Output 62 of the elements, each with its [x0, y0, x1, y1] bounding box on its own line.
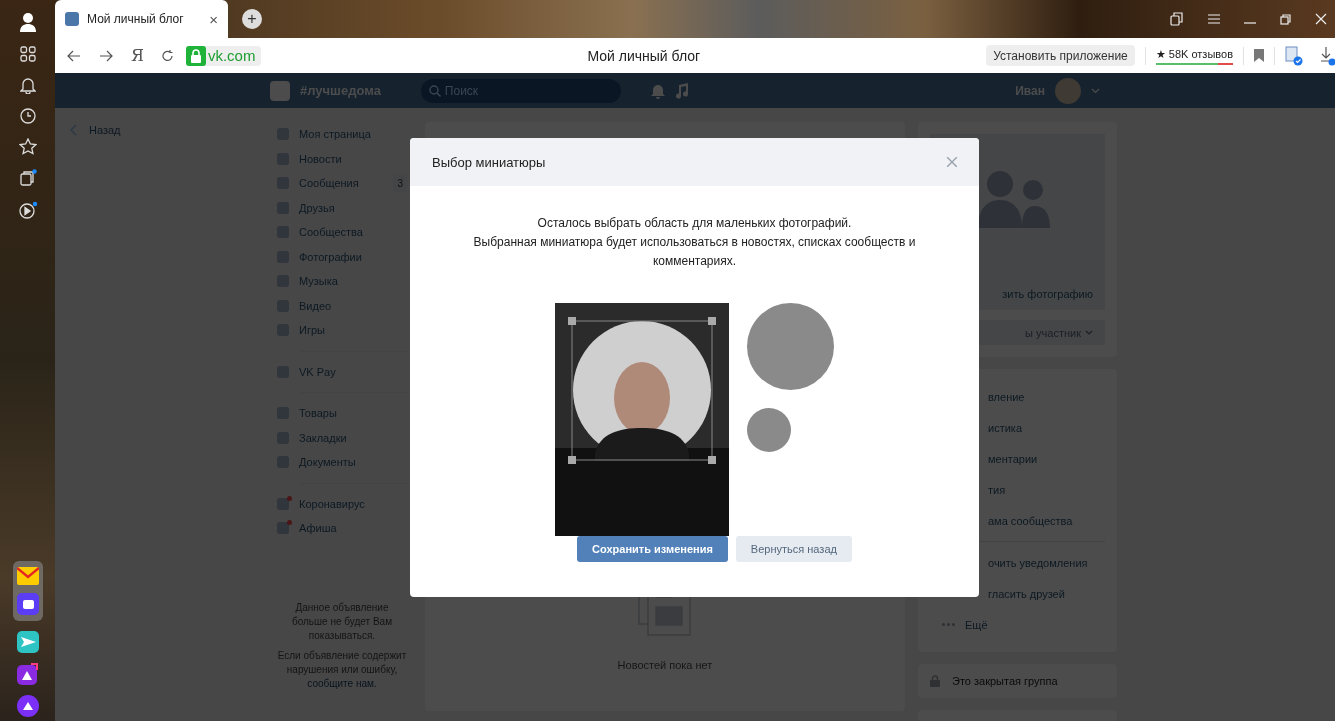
chevron-left-icon: [70, 124, 77, 136]
address-field[interactable]: vk.com: [185, 45, 262, 66]
nav-item[interactable]: Моя страница: [277, 122, 407, 147]
dialog-title: Выбор миниатюры: [432, 154, 546, 170]
nav-item[interactable]: Товары: [277, 401, 407, 426]
closed-group-text: Это закрытая группа: [952, 675, 1058, 687]
lock-icon: [930, 675, 940, 687]
assistant-app-icon[interactable]: [17, 663, 39, 685]
nav-item[interactable]: Музыка: [277, 269, 407, 294]
nav-item[interactable]: Видео: [277, 293, 407, 318]
back-link[interactable]: Назад: [70, 124, 121, 136]
nav-item[interactable]: Фотографии: [277, 244, 407, 269]
back-arrow-icon[interactable]: [67, 49, 81, 62]
download-icon[interactable]: [1321, 45, 1335, 66]
install-app-button[interactable]: Установить приложение: [986, 45, 1135, 66]
nav-item[interactable]: VK Pay: [277, 359, 407, 384]
bell-icon[interactable]: [20, 76, 36, 94]
clock-icon[interactable]: [20, 108, 36, 124]
mail-app-icon[interactable]: [17, 567, 39, 585]
tab-close-button[interactable]: ×: [209, 10, 218, 28]
nav-item[interactable]: Документы: [277, 450, 407, 475]
messenger-app-icon[interactable]: [17, 593, 39, 615]
lock-icon: [185, 45, 206, 66]
dialog-text: Осталось выбрать область для маленьких фотографий.: [537, 215, 852, 232]
star-icon[interactable]: [19, 138, 37, 155]
report-link[interactable]: сообщите нам.: [307, 677, 377, 689]
reviews-button[interactable]: ★ 58K отзывов: [1155, 46, 1233, 65]
send-app-icon[interactable]: [17, 631, 39, 653]
nav-item[interactable]: Сообщества: [277, 220, 407, 245]
nav-item[interactable]: Афиша: [277, 516, 407, 541]
more-item[interactable]: Ещё: [918, 609, 1117, 640]
nav-item[interactable]: Друзья: [277, 195, 407, 220]
tabs-icon[interactable]: [1170, 12, 1184, 26]
back-button[interactable]: Вернуться назад: [735, 536, 852, 562]
restore-icon[interactable]: [1280, 13, 1291, 25]
document-check-icon[interactable]: [1285, 45, 1303, 66]
forward-arrow-icon[interactable]: [99, 49, 113, 62]
bookmark-icon[interactable]: [1254, 49, 1264, 62]
yandex-button[interactable]: Я: [131, 46, 144, 65]
page-title: Мой личный блог: [586, 47, 702, 64]
square-icon: [277, 497, 289, 510]
collections-icon[interactable]: [19, 169, 37, 187]
save-button[interactable]: Сохранить изменения: [577, 536, 728, 562]
profile-icon[interactable]: [19, 12, 37, 32]
photo-placeholder: [747, 408, 791, 452]
photo-crop-drawing[interactable]: [555, 303, 729, 536]
nav-item[interactable]: Игры: [277, 318, 407, 343]
tab-title: Мой личный блог: [87, 12, 185, 26]
dialog-text: Выбранная миниатюра будет использоваться в новостях, списках сообществ и комментариях.: [472, 234, 917, 270]
upload-photo-link[interactable]: зить фотографию: [1002, 288, 1093, 300]
square-icon: [277, 522, 289, 535]
nav-item[interactable]: Новости: [277, 146, 407, 171]
grid-icon[interactable]: [20, 46, 36, 62]
chevron-down-icon: [1085, 330, 1093, 335]
reload-icon[interactable]: [161, 49, 174, 62]
nav-item[interactable]: Коронавирус: [277, 491, 407, 516]
menu-icon[interactable]: [1208, 14, 1220, 24]
nav-item[interactable]: Закладки: [277, 425, 407, 450]
browser-tab[interactable]: Мой личный блог ×: [55, 0, 228, 38]
play-icon[interactable]: [18, 201, 38, 221]
new-tab-button[interactable]: +: [242, 9, 262, 29]
alice-icon[interactable]: [17, 695, 39, 717]
